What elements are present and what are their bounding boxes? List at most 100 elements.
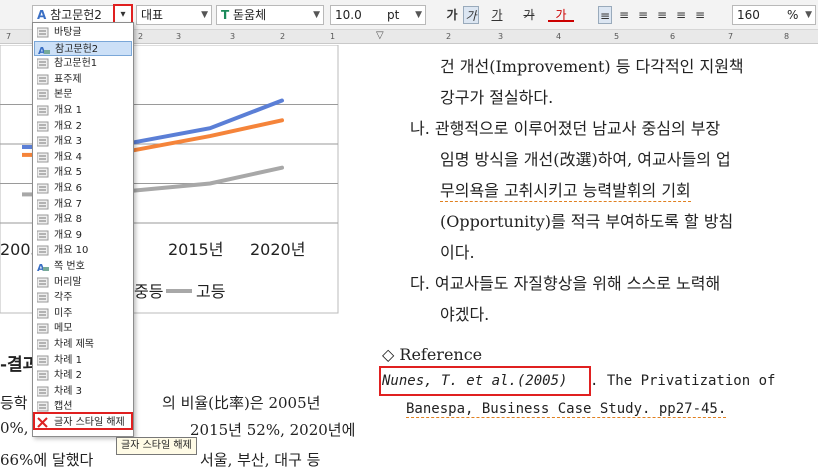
ruler-tick: 3 [176, 32, 182, 41]
style-menu-item-label: 개요 3 [54, 136, 82, 148]
style-menu-item[interactable]: 차례 3 [34, 384, 132, 400]
style-menu-item-label: 개요 1 [54, 105, 82, 116]
paragraph-style-icon [36, 89, 49, 100]
style-menu-item-label: 각주 [54, 292, 73, 304]
zoom-select[interactable]: 160 % ▼ [732, 5, 816, 25]
reference-heading: ◇ Reference [382, 345, 483, 364]
paragraph-style-icon [36, 121, 49, 132]
style-menu-item-label: 차례 2 [54, 370, 82, 382]
ruler-tick: 1 [330, 32, 336, 41]
paragraph-style-icon [36, 339, 49, 350]
style-menu-item[interactable]: 개요 10 [34, 243, 132, 259]
align-right-icon[interactable]: ≡ [655, 6, 669, 24]
x-tick-label: 2020년 [250, 240, 305, 259]
x-tick-label: 2015년 [168, 240, 223, 259]
text-line: 의 비율(比率)은 2005년 [162, 394, 321, 412]
style-menu-item[interactable]: 차례 제목 [34, 337, 132, 353]
paragraph-style-icon [36, 401, 49, 412]
paragraph-style-icon [36, 183, 49, 194]
ruler-tick: 2 [446, 32, 452, 41]
chevron-down-icon: ▼ [201, 10, 208, 20]
bold-button[interactable]: 가 [444, 6, 460, 24]
paragraph-style-icon [36, 167, 49, 178]
paragraph-style-icon [36, 199, 49, 210]
style-menu-item[interactable]: 개요 8 [34, 212, 132, 228]
indent-marker-icon[interactable]: ▽ [376, 30, 384, 41]
font-size-select[interactable]: 10.0 pt ▼ [330, 5, 426, 25]
paragraph-style-icon [36, 245, 49, 256]
font-type-icon: T [221, 8, 230, 22]
style-menu-item[interactable]: 개요 2 [34, 119, 132, 135]
underline-button[interactable]: 가 [484, 6, 510, 24]
style-menu-item[interactable]: 바탕글 [34, 25, 132, 41]
style-menu-item[interactable]: 각주 [34, 290, 132, 306]
style-menu-item[interactable]: A 쪽 번호 [34, 259, 132, 275]
ruler-tick: 2 [138, 32, 144, 41]
ruler-tick: 3 [498, 32, 504, 41]
style-menu-item[interactable]: 개요 4 [34, 150, 132, 166]
style-menu-item-label: 개요 8 [54, 214, 82, 226]
style-menu-item[interactable]: 개요 9 [34, 228, 132, 244]
reference-detail: Banespa, Business Case Study. pp27-45. [406, 401, 727, 418]
align-left-icon[interactable]: ≡ [617, 6, 631, 24]
chevron-down-icon: ▼ [415, 10, 422, 20]
style-menu-item-label: 참고문헌2 [55, 43, 99, 55]
style-menu-item[interactable]: 머리말 [34, 275, 132, 291]
style-menu-item[interactable]: 메모 [34, 321, 132, 337]
clear-style-highlight [33, 412, 133, 430]
language-select[interactable]: 대표 ▼ [136, 5, 212, 25]
align-justify-icon[interactable]: ≡ [598, 6, 612, 24]
text-line: 무의욕을 고취시키고 능력발휘의 기회 [440, 177, 691, 202]
style-select-value: 참고문헌2 [50, 8, 102, 22]
align-split-icon[interactable]: ≡ [693, 6, 707, 24]
paragraph-style-icon [36, 27, 49, 38]
style-menu-item[interactable]: 개요 5 [34, 165, 132, 181]
style-menu-item-label: 개요 5 [54, 167, 82, 179]
strikethrough-button[interactable]: 가 [516, 6, 542, 24]
style-menu-item-label: 표주제 [54, 73, 82, 85]
style-menu-item[interactable]: 개요 3 [34, 134, 132, 150]
style-menu-item-label: 개요 2 [54, 120, 82, 132]
style-menu-item[interactable]: 표주제 [34, 72, 132, 88]
chart-series-line [123, 165, 284, 194]
style-menu-item[interactable]: A 참고문헌2 [34, 40, 132, 57]
zoom-value: 160 [737, 8, 760, 22]
style-menu-item[interactable]: 미주 [34, 306, 132, 322]
style-menu-item-label: 개요 9 [54, 229, 82, 241]
style-dropdown-menu[interactable]: 바탕글 A 참고문헌2 참고문헌1 표주제본문개요 1 개요 2 개요 3 개요 4 개요 5 개… [32, 22, 134, 437]
text-line: 다. 여교사들도 자질향상을 위해 스스로 노력해 [410, 274, 721, 293]
paragraph-style-icon [36, 386, 49, 397]
style-menu-item[interactable]: 차례 1 [34, 353, 132, 369]
paragraph-style-icon [36, 214, 49, 225]
style-menu-item[interactable]: 개요 7 [34, 197, 132, 213]
style-menu-item[interactable]: 개요 1 [34, 103, 132, 119]
paragraph-style-icon [36, 58, 49, 69]
char-style-icon: A [37, 8, 47, 22]
style-menu-item[interactable]: 차례 2 [34, 368, 132, 384]
style-menu-item-label: 참고문헌1 [54, 58, 98, 70]
style-menu-item[interactable]: 참고문헌1 [34, 56, 132, 72]
style-menu-item[interactable]: 개요 6 [34, 181, 132, 197]
style-menu-item-label: 개요 4 [54, 151, 82, 163]
zoom-unit: % [787, 8, 799, 22]
font-size-value: 10.0 [335, 8, 362, 22]
font-select[interactable]: T 돋움체 ▼ [216, 5, 324, 25]
style-menu-item[interactable]: 본문 [34, 87, 132, 103]
align-distribute-icon[interactable]: ≡ [674, 6, 688, 24]
paragraph-style-icon [36, 370, 49, 381]
text-line: 0%, [0, 419, 29, 437]
paragraph-style-icon [36, 323, 49, 334]
font-color-button[interactable]: 가 [548, 6, 574, 22]
paragraph-style-icon [36, 136, 49, 147]
text-line: 66%에 달했다 [0, 451, 94, 469]
paragraph-style-icon [36, 277, 49, 288]
style-menu-item-label: 차례 1 [54, 354, 82, 366]
italic-button[interactable]: 가 [463, 6, 479, 24]
chevron-down-icon: ▼ [313, 10, 320, 20]
ruler-tick: 4 [556, 32, 562, 41]
style-menu-item-label: 머리말 [54, 276, 82, 288]
align-center-icon[interactable]: ≡ [636, 6, 650, 24]
font-size-unit: pt [387, 8, 400, 22]
style-menu-item-label: 개요 10 [54, 245, 89, 257]
ruler-tick: 7 [6, 32, 12, 41]
